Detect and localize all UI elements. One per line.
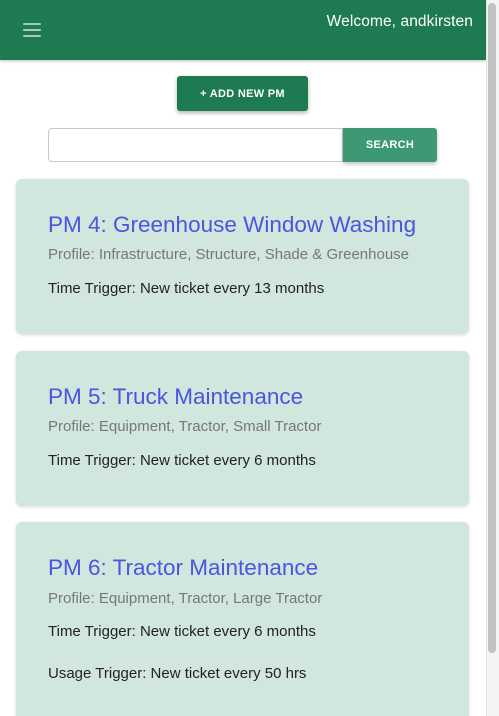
pm-card[interactable]: PM 5: Truck Maintenance Profile: Equipme… bbox=[16, 351, 469, 506]
page: Welcome, andkirsten + ADD NEW PM SEARCH … bbox=[0, 0, 486, 716]
scrollbar-thumb[interactable] bbox=[488, 3, 496, 653]
pm-title-link[interactable]: PM 4: Greenhouse Window Washing bbox=[48, 212, 416, 238]
pm-profile: Profile: Equipment, Tractor, Small Tract… bbox=[48, 418, 322, 435]
top-app-bar: Welcome, andkirsten bbox=[0, 0, 486, 60]
pm-profile: Profile: Infrastructure, Structure, Shad… bbox=[48, 246, 410, 263]
search-input[interactable] bbox=[48, 128, 343, 162]
pm-title-link[interactable]: PM 5: Truck Maintenance bbox=[48, 384, 303, 410]
pm-usage-trigger: Usage Trigger: New ticket every 50 hrs bbox=[48, 665, 307, 682]
welcome-message: Welcome, andkirsten bbox=[326, 13, 473, 30]
search-button[interactable]: SEARCH bbox=[343, 128, 437, 162]
pm-time-trigger: Time Trigger: New ticket every 6 months bbox=[48, 452, 316, 469]
pm-card[interactable]: PM 6: Tractor Maintenance Profile: Equip… bbox=[16, 522, 469, 716]
hamburger-menu-icon[interactable] bbox=[23, 21, 41, 37]
pm-time-trigger: Time Trigger: New ticket every 6 months bbox=[48, 623, 316, 640]
pm-time-trigger: Time Trigger: New ticket every 13 months bbox=[48, 280, 325, 297]
add-new-pm-button[interactable]: + ADD NEW PM bbox=[177, 76, 308, 111]
pm-title-link[interactable]: PM 6: Tractor Maintenance bbox=[48, 555, 318, 581]
pm-profile: Profile: Equipment, Tractor, Large Tract… bbox=[48, 590, 323, 607]
pm-card[interactable]: PM 4: Greenhouse Window Washing Profile:… bbox=[16, 179, 469, 334]
